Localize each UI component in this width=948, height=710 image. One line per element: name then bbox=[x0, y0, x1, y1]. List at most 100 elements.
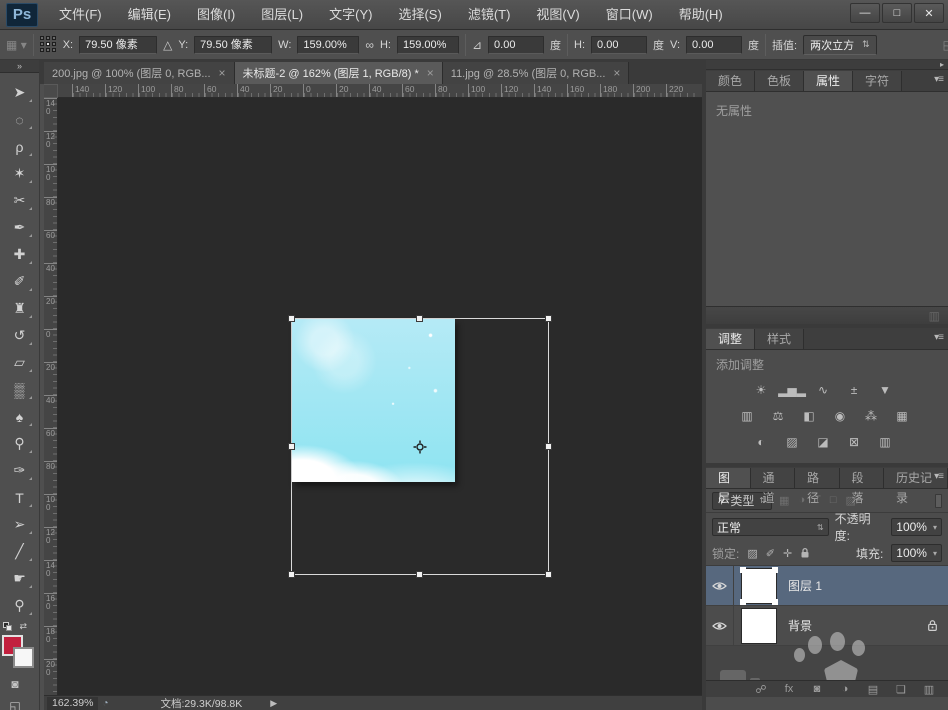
layer-thumbnail[interactable] bbox=[742, 569, 776, 603]
filter-type-layers-icon[interactable]: T bbox=[814, 494, 821, 507]
menu-item[interactable]: 窗口(W) bbox=[593, 0, 666, 30]
zoom-level-field[interactable]: 162.39% bbox=[47, 697, 98, 710]
transform-handle-s[interactable] bbox=[416, 571, 423, 578]
dodge-tool[interactable]: ⚲ bbox=[5, 430, 35, 457]
panel-menu-icon[interactable]: ▾≡ bbox=[934, 332, 943, 343]
color-lookup-icon[interactable]: ▦ bbox=[891, 407, 913, 424]
new-layer-icon[interactable]: ❏ bbox=[894, 683, 908, 696]
height-input[interactable]: 159.00% bbox=[397, 36, 459, 54]
brush-tool[interactable]: ✐ bbox=[5, 268, 35, 295]
transform-handle-nw[interactable] bbox=[288, 315, 295, 322]
maintain-aspect-icon[interactable]: ∞ bbox=[365, 38, 374, 52]
quick-mask-button[interactable]: ◙ bbox=[0, 673, 30, 695]
hue-saturation-icon[interactable]: ▥ bbox=[736, 407, 758, 424]
transform-handle-se[interactable] bbox=[545, 571, 552, 578]
layer-filter-switch[interactable] bbox=[935, 494, 942, 508]
transformed-layer-image[interactable] bbox=[292, 319, 455, 482]
swap-colors-icon[interactable]: ⇄ bbox=[19, 621, 27, 632]
status-menu-arrow-icon[interactable]: ▶ bbox=[270, 698, 277, 709]
color-balance-icon[interactable]: ⚖ bbox=[767, 407, 789, 424]
vertical-ruler[interactable]: 1401201008060402002040608010012014016018… bbox=[44, 98, 58, 695]
width-input[interactable]: 159.00% bbox=[297, 36, 359, 54]
close-tab-icon[interactable]: × bbox=[613, 66, 620, 80]
invert-icon[interactable]: ◐ bbox=[750, 433, 772, 450]
levels-icon[interactable]: ▂▅▂ bbox=[781, 381, 803, 398]
elliptical-marquee-tool[interactable]: ◌ bbox=[5, 106, 35, 133]
layer-name[interactable]: 图层 1 bbox=[788, 577, 822, 594]
lock-transparency-icon[interactable]: ▨ bbox=[747, 547, 757, 560]
new-group-icon[interactable]: ▤ bbox=[866, 683, 880, 696]
line-tool[interactable]: ╱ bbox=[5, 538, 35, 565]
curves-icon[interactable]: ∿ bbox=[812, 381, 834, 398]
history-brush-tool[interactable]: ↺ bbox=[5, 322, 35, 349]
canvas-viewport[interactable] bbox=[58, 98, 702, 695]
blur-tool[interactable]: ♠ bbox=[5, 403, 35, 430]
vskew-input[interactable]: 0.00 bbox=[686, 36, 742, 54]
layer-visibility-toggle[interactable] bbox=[706, 606, 734, 645]
eyedropper-tool[interactable]: ✒ bbox=[5, 214, 35, 241]
doc-tab-200jpg[interactable]: 200.jpg @ 100% (图层 0, RGB... × bbox=[44, 62, 235, 84]
gradient-tool[interactable]: ▒ bbox=[5, 376, 35, 403]
blend-mode-select[interactable]: 正常 ⇅ bbox=[712, 518, 829, 536]
opacity-select[interactable]: 100% ▾ bbox=[891, 518, 942, 536]
filter-adjustment-layers-icon[interactable]: ◑ bbox=[798, 494, 805, 507]
move-tool[interactable]: ➤ bbox=[5, 79, 35, 106]
layer-row-layer1[interactable]: 图层 1 bbox=[706, 566, 948, 606]
warp-mode-icon[interactable]: ◱ bbox=[943, 38, 948, 52]
transform-handle-w[interactable] bbox=[288, 443, 295, 450]
tab-swatches[interactable]: 色板 bbox=[755, 71, 804, 91]
layer-visibility-toggle[interactable] bbox=[706, 566, 734, 605]
menu-item[interactable]: 视图(V) bbox=[523, 0, 592, 30]
transform-handle-sw[interactable] bbox=[288, 571, 295, 578]
minimize-button[interactable]: — bbox=[850, 3, 880, 23]
tab-channels[interactable]: 通道 bbox=[751, 468, 796, 488]
menu-item[interactable]: 帮助(H) bbox=[666, 0, 736, 30]
path-selection-tool[interactable]: ➢ bbox=[5, 511, 35, 538]
transform-reference-point[interactable] bbox=[413, 440, 427, 454]
lasso-tool[interactable]: ρ bbox=[5, 133, 35, 160]
transform-handle-ne[interactable] bbox=[545, 315, 552, 322]
transform-handle-e[interactable] bbox=[545, 443, 552, 450]
lock-position-icon[interactable]: ✛ bbox=[783, 547, 792, 560]
photo-filter-icon[interactable]: ◉ bbox=[829, 407, 851, 424]
zoom-tool[interactable]: ⚲ bbox=[5, 592, 35, 619]
x-input[interactable]: 79.50 像素 bbox=[79, 36, 157, 54]
fill-select[interactable]: 100% ▾ bbox=[891, 544, 942, 562]
black-white-icon[interactable]: ◧ bbox=[798, 407, 820, 424]
angle-input[interactable]: 0.00 bbox=[488, 36, 544, 54]
transform-handle-n[interactable] bbox=[416, 315, 423, 322]
tab-properties[interactable]: 属性 bbox=[804, 71, 853, 91]
tab-paths[interactable]: 路径 bbox=[795, 468, 840, 488]
lock-all-icon[interactable] bbox=[800, 547, 810, 559]
hskew-input[interactable]: 0.00 bbox=[591, 36, 647, 54]
menu-item[interactable]: 文字(Y) bbox=[316, 0, 385, 30]
close-button[interactable]: ✕ bbox=[914, 3, 944, 23]
clone-stamp-tool[interactable]: ♜ bbox=[5, 295, 35, 322]
filter-pixel-layers-icon[interactable]: ▦ bbox=[779, 494, 789, 507]
menu-item[interactable]: 编辑(E) bbox=[115, 0, 184, 30]
ruler-origin-corner[interactable] bbox=[44, 84, 58, 98]
menu-item[interactable]: 图像(I) bbox=[184, 0, 248, 30]
layer-name[interactable]: 背景 bbox=[788, 617, 812, 634]
close-tab-icon[interactable]: × bbox=[427, 66, 434, 80]
free-transform-bounding-box[interactable] bbox=[291, 318, 549, 575]
filter-shape-layers-icon[interactable]: □ bbox=[830, 494, 837, 507]
tab-paragraph[interactable]: 段落 bbox=[840, 468, 885, 488]
doc-tab-untitled2[interactable]: 未标题-2 @ 162% (图层 1, RGB/8) * × bbox=[235, 62, 443, 84]
menu-item[interactable]: 滤镜(T) bbox=[455, 0, 524, 30]
maximize-button[interactable]: □ bbox=[882, 3, 912, 23]
y-input[interactable]: 79.50 像素 bbox=[194, 36, 272, 54]
gradient-map-icon[interactable]: ⊠ bbox=[843, 433, 865, 450]
close-tab-icon[interactable]: × bbox=[219, 66, 226, 80]
relative-positioning-icon[interactable]: △ bbox=[163, 38, 172, 52]
tab-character[interactable]: 字符 bbox=[853, 71, 902, 91]
horizontal-ruler[interactable]: 1401201008060402002040608010012014016018… bbox=[58, 84, 702, 98]
vibrance-icon[interactable]: ▼ bbox=[874, 381, 896, 398]
collapse-dock-icon[interactable]: ▸ bbox=[706, 60, 948, 70]
channel-mixer-icon[interactable]: ⁂ bbox=[860, 407, 882, 424]
doc-tab-11jpg[interactable]: 11.jpg @ 28.5% (图层 0, RGB... × bbox=[443, 62, 630, 84]
exposure-icon[interactable]: ± bbox=[843, 381, 865, 398]
screen-mode-button[interactable]: ◱ bbox=[0, 695, 30, 710]
default-colors-icon[interactable] bbox=[3, 622, 12, 631]
tab-adjustments[interactable]: 调整 bbox=[706, 329, 755, 349]
